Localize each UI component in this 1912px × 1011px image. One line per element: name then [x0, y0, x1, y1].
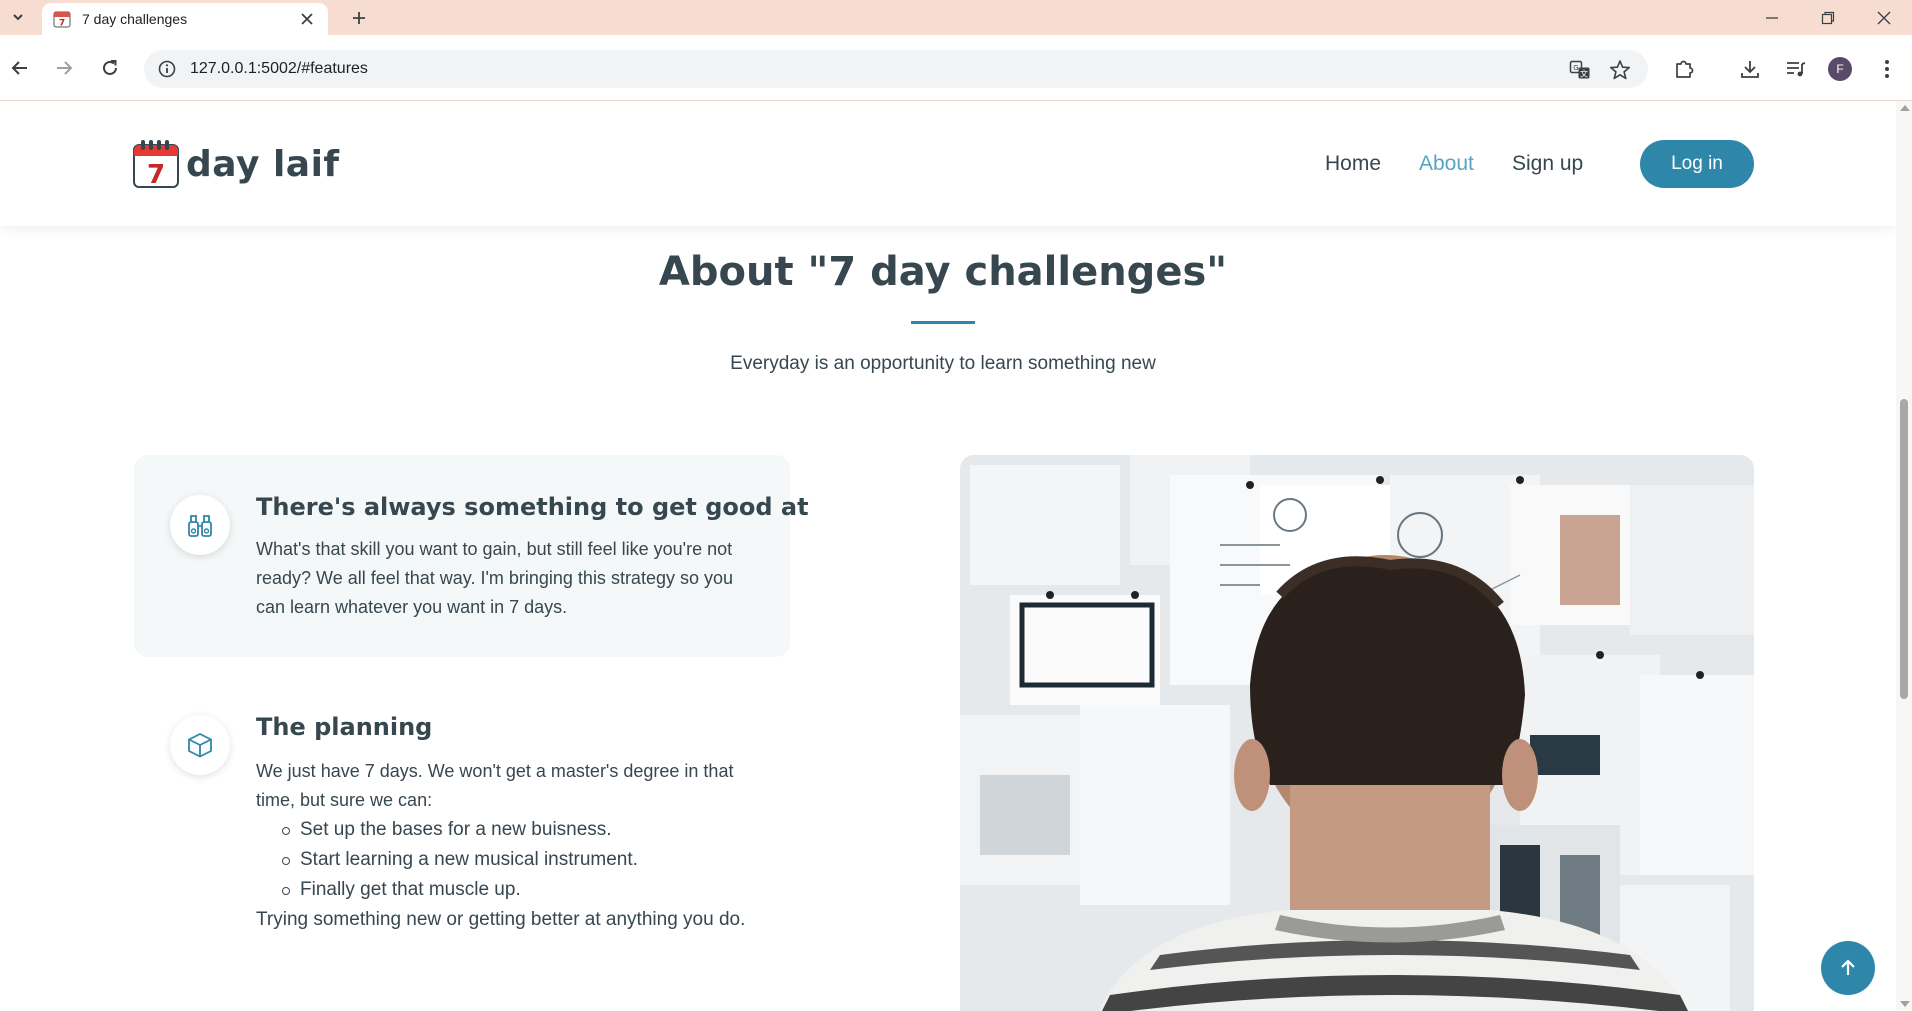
restore-icon[interactable] [1800, 0, 1856, 35]
feature-card: There's always something to get good at … [134, 455, 809, 657]
minimize-icon[interactable] [1744, 0, 1800, 35]
site-info-icon[interactable] [156, 58, 178, 80]
binoculars-icon [170, 495, 230, 555]
forward-arrow-icon[interactable] [48, 52, 80, 84]
site-header: 7 day laif Home About Sign up Log in [0, 101, 1896, 226]
kebab-menu-icon[interactable] [1873, 55, 1901, 83]
svg-text:7: 7 [147, 160, 165, 189]
browser-tab[interactable]: 7 7 day challenges [42, 3, 328, 35]
arrow-up-icon [1841, 959, 1855, 975]
feature-card: The planning We just have 7 days. We won… [134, 675, 790, 975]
section-title: About "7 day challenges" [658, 249, 1228, 295]
site-logo[interactable]: 7 day laif [132, 139, 340, 189]
star-icon[interactable] [1608, 58, 1632, 82]
logo-text: day laif [186, 143, 340, 185]
tab-search-icon[interactable] [6, 5, 30, 29]
page-scrollbar[interactable] [1896, 101, 1912, 1011]
plus-icon[interactable] [346, 5, 372, 31]
nav-about[interactable]: About [1419, 152, 1474, 176]
feature-list: Set up the bases for a new buisness. Sta… [282, 815, 782, 905]
translate-icon[interactable]: 文G [1568, 58, 1592, 82]
list-item: Finally get that muscle up. [282, 875, 782, 905]
calendar-favicon: 7 [53, 11, 71, 29]
title-underline [911, 321, 975, 324]
box-icon [170, 715, 230, 775]
feature-title: The planning [256, 713, 433, 741]
scroll-up-arrow-icon[interactable] [1900, 105, 1910, 111]
tab-title: 7 day challenges [82, 11, 188, 27]
about-image [960, 455, 1754, 1011]
address-bar[interactable]: 127.0.0.1:5002/#features 文G [144, 50, 1648, 88]
reload-icon[interactable] [94, 52, 126, 84]
calendar-logo-icon: 7 [133, 140, 179, 189]
profile-avatar[interactable]: F [1828, 57, 1852, 81]
feature-text: We just have 7 days. We won't get a mast… [256, 761, 734, 810]
extensions-icon[interactable] [1670, 55, 1698, 83]
man-looking-at-wall-illustration [960, 455, 1754, 1011]
browser-toolbar: 127.0.0.1:5002/#features 文G F [0, 35, 1912, 101]
feature-footer-text: Trying something new or getting better a… [256, 909, 746, 930]
window-close-icon[interactable] [1856, 0, 1912, 35]
scrollbar-thumb[interactable] [1900, 399, 1908, 699]
close-icon[interactable] [296, 8, 318, 30]
scroll-down-arrow-icon[interactable] [1900, 1001, 1910, 1007]
section-subtitle: Everyday is an opportunity to learn some… [730, 353, 1156, 374]
browser-tab-strip: 7 7 day challenges [0, 0, 1912, 35]
feature-title: There's always something to get good at [256, 493, 809, 521]
page-viewport: 7 day laif Home About Sign up Log in Abo… [0, 101, 1896, 1011]
back-to-top-button[interactable] [1821, 941, 1875, 995]
nav-home[interactable]: Home [1325, 152, 1381, 176]
feature-text: What's that skill you want to gain, but … [256, 539, 733, 617]
nav-signup[interactable]: Sign up [1512, 152, 1583, 176]
svg-text:7: 7 [59, 19, 65, 29]
list-item: Start learning a new musical instrument. [282, 845, 782, 875]
login-button[interactable]: Log in [1640, 140, 1754, 188]
url-text[interactable]: 127.0.0.1:5002/#features [190, 60, 368, 78]
list-item: Set up the bases for a new buisness. [282, 815, 782, 845]
download-icon[interactable] [1736, 55, 1764, 83]
svg-text:文: 文 [1580, 69, 1588, 79]
back-arrow-icon[interactable] [4, 52, 36, 84]
media-icon[interactable] [1782, 55, 1810, 83]
svg-text:G: G [1573, 64, 1578, 72]
